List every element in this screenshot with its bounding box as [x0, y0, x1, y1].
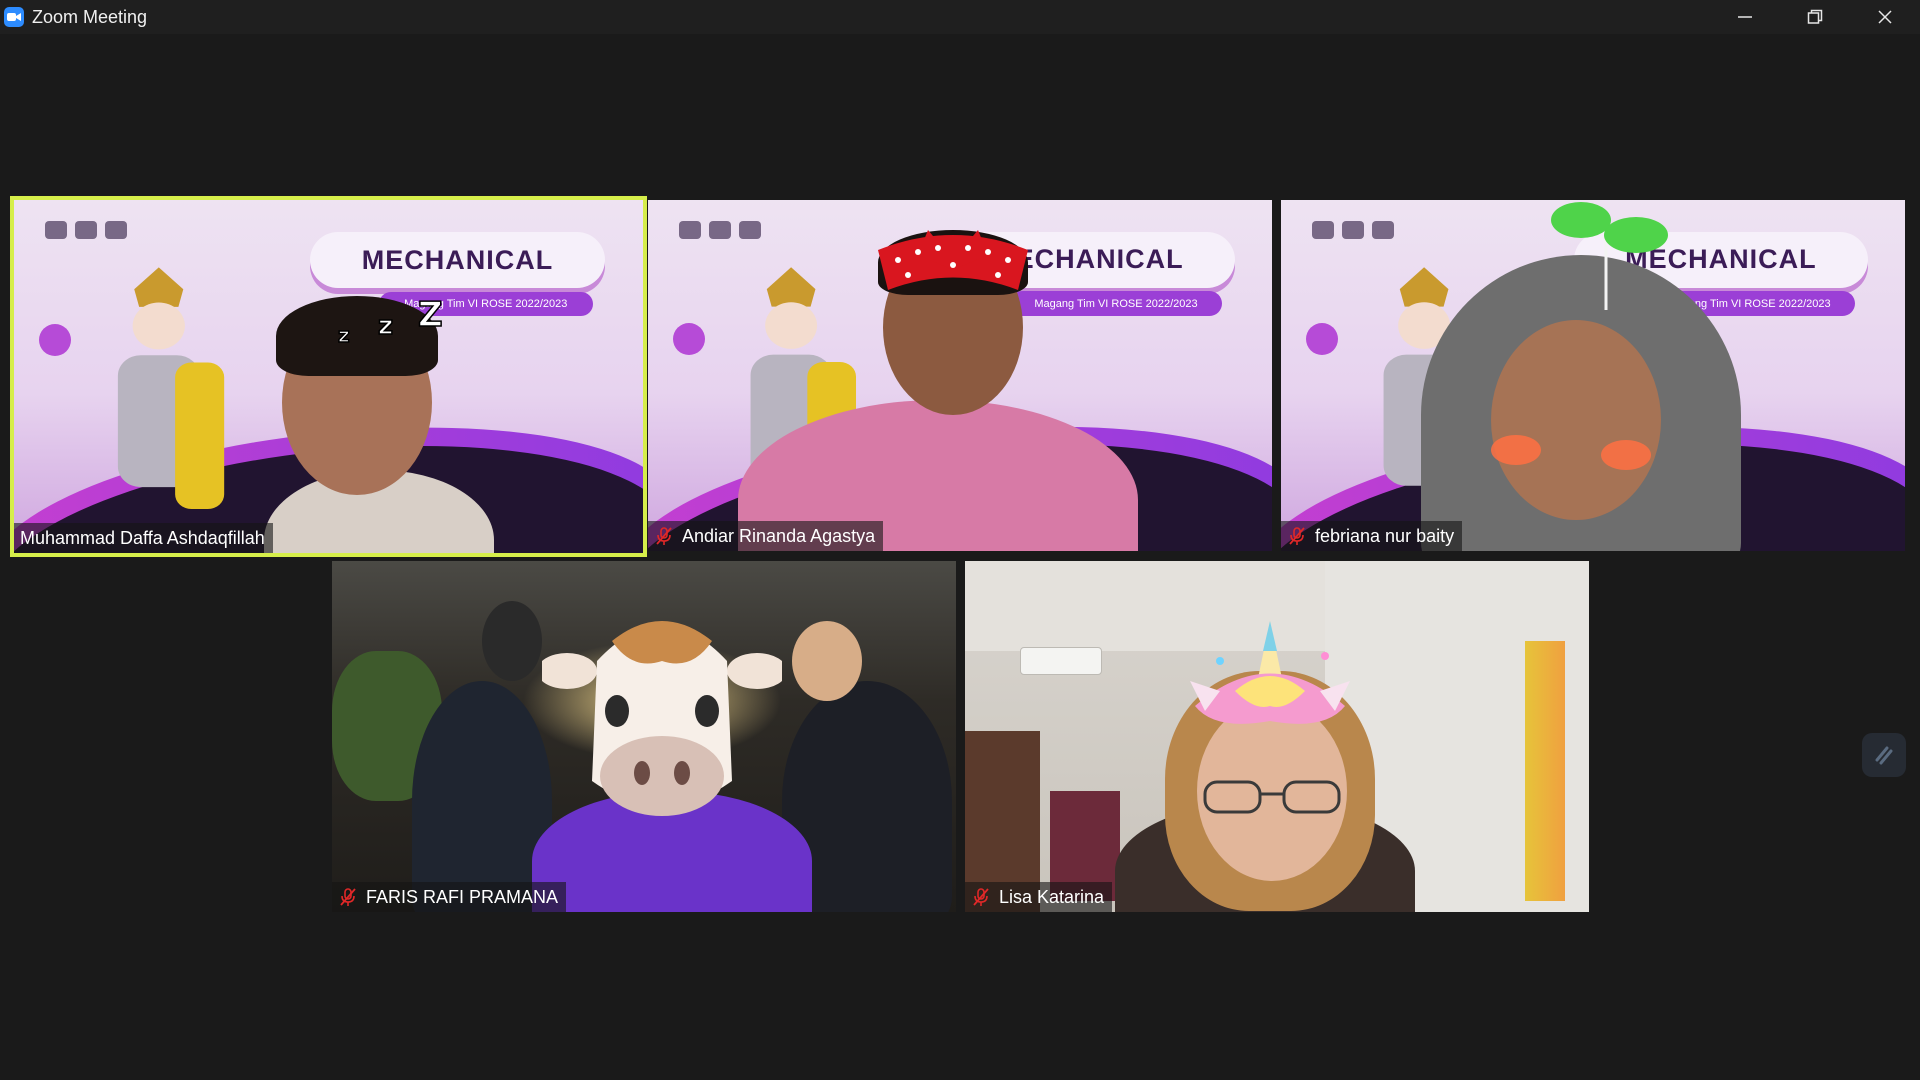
polka-headband-effect: [878, 230, 1028, 290]
slide-heading: MECHANICAL: [309, 231, 606, 289]
close-icon: [1878, 10, 1892, 24]
minimize-button[interactable]: [1710, 0, 1780, 34]
cow-mask-effect: [542, 621, 782, 816]
slide-subheading: Magang Tim VI ROSE 2022/2023: [1009, 291, 1223, 316]
shelf-poles: [1525, 641, 1565, 901]
minimize-icon: [1738, 16, 1752, 18]
video-tile-5[interactable]: Lisa Katarina: [965, 561, 1589, 912]
participant-name: Lisa Katarina: [999, 886, 1105, 907]
svg-text:z: z: [338, 323, 350, 347]
video-tile-4[interactable]: FARIS RAFI PRAMANA: [332, 561, 956, 912]
video-tile-1[interactable]: MECHANICAL Magang Tim VI ROSE 2022/2023 …: [14, 200, 643, 553]
restore-button[interactable]: [1780, 0, 1850, 34]
window-title: Zoom Meeting: [32, 6, 148, 27]
blush-left: [1491, 435, 1541, 465]
mic-off-icon: [656, 527, 672, 545]
participant-name-tag: Lisa Katarina: [965, 882, 1113, 912]
mic-off-icon: [1289, 527, 1305, 545]
mic-off-icon: [340, 888, 356, 906]
svg-text:z: z: [378, 311, 393, 341]
glasses: [1203, 780, 1341, 814]
video-tile-2[interactable]: MECHANICAL Magang Tim VI ROSE 2022/2023: [648, 200, 1272, 551]
participant-name-tag: FARIS RAFI PRAMANA: [332, 882, 567, 912]
unicorn-effect: [1190, 621, 1350, 724]
blush-right: [1601, 440, 1651, 470]
zoom-window: Zoom Meeting MECHANICAL Magang Tim VI RO…: [0, 0, 1920, 1080]
sleep-zzz-effect: z z Z: [337, 294, 443, 348]
participant-name: febriana nur baity: [1315, 525, 1455, 546]
participant-name-tag: febriana nur baity: [1281, 521, 1463, 551]
participant-name: Muhammad Daffa Ashdaqfillah: [20, 527, 265, 548]
participant-name: Andiar Rinanda Agastya: [682, 525, 876, 546]
participant-name: FARIS RAFI PRAMANA: [366, 886, 559, 907]
zoom-camera-icon: [4, 7, 24, 27]
air-conditioner: [1020, 647, 1102, 675]
video-tile-3[interactable]: MECHANICAL Magang Tim VI ROSE 2022/2023 …: [1281, 200, 1905, 551]
svg-text:Z: Z: [418, 295, 443, 335]
close-button[interactable]: [1850, 0, 1920, 34]
participant-name-tag: Muhammad Daffa Ashdaqfillah: [14, 523, 273, 553]
title-bar: Zoom Meeting: [0, 0, 1920, 34]
whiteboard-icon: [1875, 746, 1893, 765]
doll-image: [117, 267, 225, 510]
sprout-effect: [1551, 202, 1668, 310]
floating-toolbar-button[interactable]: [1862, 733, 1906, 777]
restore-icon: [1807, 9, 1823, 24]
participant-name-tag: Andiar Rinanda Agastya: [648, 521, 884, 551]
mic-off-icon: [973, 888, 989, 906]
window-controls: [1710, 0, 1920, 34]
